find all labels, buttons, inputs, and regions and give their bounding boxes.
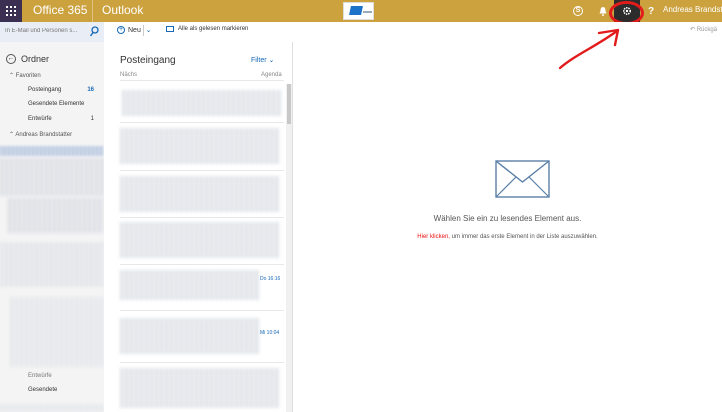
- folder-item-inbox[interactable]: Posteingang 16: [28, 87, 94, 93]
- obscured-folder-list: [8, 198, 104, 233]
- plus-icon: +: [117, 26, 125, 34]
- new-label: Neu: [128, 26, 141, 34]
- list-item[interactable]: [120, 222, 280, 258]
- favorites-group[interactable]: ⌃ Favoriten: [9, 72, 41, 79]
- account-group[interactable]: ⌃ Andreas Brandstatter: [9, 131, 72, 138]
- favorites-label: Favoriten: [15, 73, 41, 79]
- undo-button[interactable]: ↶ Rückgä: [690, 26, 717, 33]
- app-launcher-button[interactable]: [0, 0, 22, 22]
- bell-icon: [599, 6, 607, 16]
- folder-item-drafts[interactable]: Entwürfe 1: [28, 116, 94, 122]
- envelope-icon: [495, 160, 550, 198]
- mark-all-read-label: Alle als gelesen markieren: [178, 26, 249, 32]
- new-dropdown-chevron-icon[interactable]: ⌄: [143, 25, 153, 36]
- select-item-prompt: Wählen Sie ein zu lesendes Element aus.: [433, 214, 582, 223]
- obscured-folder-list: [0, 158, 104, 196]
- filter-label: Filter: [251, 57, 267, 64]
- folder-item-drafts-bottom[interactable]: Entwürfe: [28, 373, 52, 379]
- folder-label: Entwürfe: [28, 116, 52, 122]
- back-arrow-icon: ←: [6, 54, 16, 64]
- list-item[interactable]: [120, 176, 280, 212]
- list-divider: [120, 264, 284, 265]
- company-logo: [343, 2, 374, 20]
- select-first-link[interactable]: Hier klicken,: [417, 234, 450, 240]
- list-divider: [120, 122, 284, 123]
- obscured-folder-selected: [0, 146, 104, 156]
- scrollbar-thumb[interactable]: [287, 84, 291, 124]
- folders-header[interactable]: ← Ordner: [6, 54, 49, 64]
- message-date: Mi 10:04: [260, 330, 280, 336]
- list-item[interactable]: [122, 90, 282, 116]
- red-arrow-annotation: [558, 28, 620, 70]
- list-divider: [120, 217, 284, 218]
- folder-item-sent-bottom[interactable]: Gesendete: [28, 387, 57, 393]
- envelope-open-icon: [166, 26, 174, 32]
- unread-count: 1: [90, 116, 94, 122]
- app-name[interactable]: Outlook: [102, 3, 143, 17]
- unread-count: 16: [87, 87, 94, 93]
- chevron-down-icon: ⌄: [268, 57, 275, 64]
- reading-pane: Wählen Sie ein zu lesendes Element aus. …: [293, 42, 722, 412]
- obscured-folder-list: [0, 404, 104, 412]
- message-list: Posteingang Filter ⌄ Nächs Agenda Do 16:…: [104, 42, 292, 412]
- new-message-button[interactable]: + Neu: [117, 26, 141, 34]
- help-icon: ?: [647, 5, 655, 17]
- list-item[interactable]: [120, 318, 260, 354]
- suite-divider: [92, 0, 93, 22]
- search-icon[interactable]: [90, 26, 99, 38]
- folder-label: Posteingang: [28, 87, 62, 93]
- list-divider: [120, 170, 284, 171]
- obscured-folder-list: [10, 297, 104, 367]
- skype-button[interactable]: S: [567, 0, 589, 22]
- search-box: [0, 22, 104, 42]
- list-divider: [120, 310, 284, 311]
- search-input[interactable]: [5, 28, 87, 34]
- filter-button[interactable]: Filter ⌄: [251, 56, 274, 64]
- message-date: Do 16:16: [260, 276, 281, 282]
- next-label: Nächs: [120, 72, 138, 78]
- undo-label: Rückgä: [696, 27, 718, 33]
- brand-label[interactable]: Office 365: [33, 3, 87, 17]
- message-list-title: Posteingang: [120, 55, 176, 66]
- select-first-hint: Hier klicken, um immer das erste Element…: [293, 234, 722, 240]
- list-item[interactable]: [120, 368, 280, 408]
- obscured-folder-list: [0, 242, 104, 287]
- folder-item-sent[interactable]: Gesendete Elemente: [28, 101, 94, 107]
- select-first-rest: um immer das erste Element in der Liste …: [449, 234, 598, 240]
- folder-label: Gesendete Elemente: [28, 101, 85, 107]
- folders-title: Ordner: [21, 54, 50, 64]
- list-item[interactable]: [120, 128, 280, 164]
- list-item[interactable]: [120, 270, 260, 300]
- account-label: Andreas Brandstatter: [15, 132, 73, 138]
- folder-pane: ← Ordner ⌃ Favoriten Posteingang 16 Gese…: [0, 42, 104, 412]
- user-name[interactable]: Andreas Brandst: [663, 5, 722, 14]
- skype-icon: S: [573, 6, 583, 16]
- waffle-icon: [6, 6, 16, 16]
- list-divider: [120, 80, 284, 81]
- agenda-label[interactable]: Agenda: [261, 72, 282, 78]
- mark-all-read-button[interactable]: Alle als gelesen markieren: [166, 26, 248, 32]
- list-divider: [120, 362, 284, 363]
